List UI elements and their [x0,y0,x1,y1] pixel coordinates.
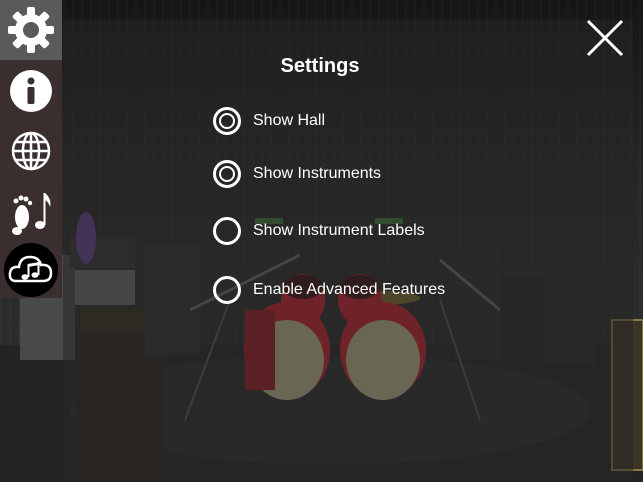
sidebar-item-cloud-music[interactable] [0,242,62,298]
footprint-music-note-icon [12,193,51,235]
show-hall-label: Show Hall [253,112,326,129]
radio-dot [219,166,235,182]
enable-advanced-features-label: Enable Advanced Features [253,281,446,298]
radio-dot [219,113,235,129]
show-hall-radio[interactable] [213,107,241,135]
gear-icon [8,7,54,53]
cloud-music-icon [4,243,58,297]
option-show-instrument-labels[interactable]: Show Instrument Labels [213,217,425,245]
info-icon [10,70,52,112]
sidebar [0,0,62,298]
show-instrument-labels-radio[interactable] [213,217,241,245]
show-instrument-labels-label: Show Instrument Labels [253,222,425,239]
show-instruments-radio[interactable] [213,160,241,188]
sidebar-item-language[interactable] [0,123,62,179]
option-show-hall[interactable]: Show Hall [213,107,325,135]
sidebar-item-feet-music[interactable] [0,183,62,241]
settings-overlay-panel [63,20,633,480]
sidebar-item-settings[interactable] [0,0,62,60]
enable-advanced-features-radio[interactable] [213,276,241,304]
settings-title: Settings [280,55,360,77]
option-enable-advanced-features[interactable]: Enable Advanced Features [213,276,445,304]
show-instruments-label: Show Instruments [253,165,382,182]
close-button[interactable] [583,16,627,60]
sidebar-item-info[interactable] [0,63,62,119]
close-icon [586,19,624,57]
globe-icon [11,131,51,171]
option-show-instruments[interactable]: Show Instruments [213,160,381,188]
